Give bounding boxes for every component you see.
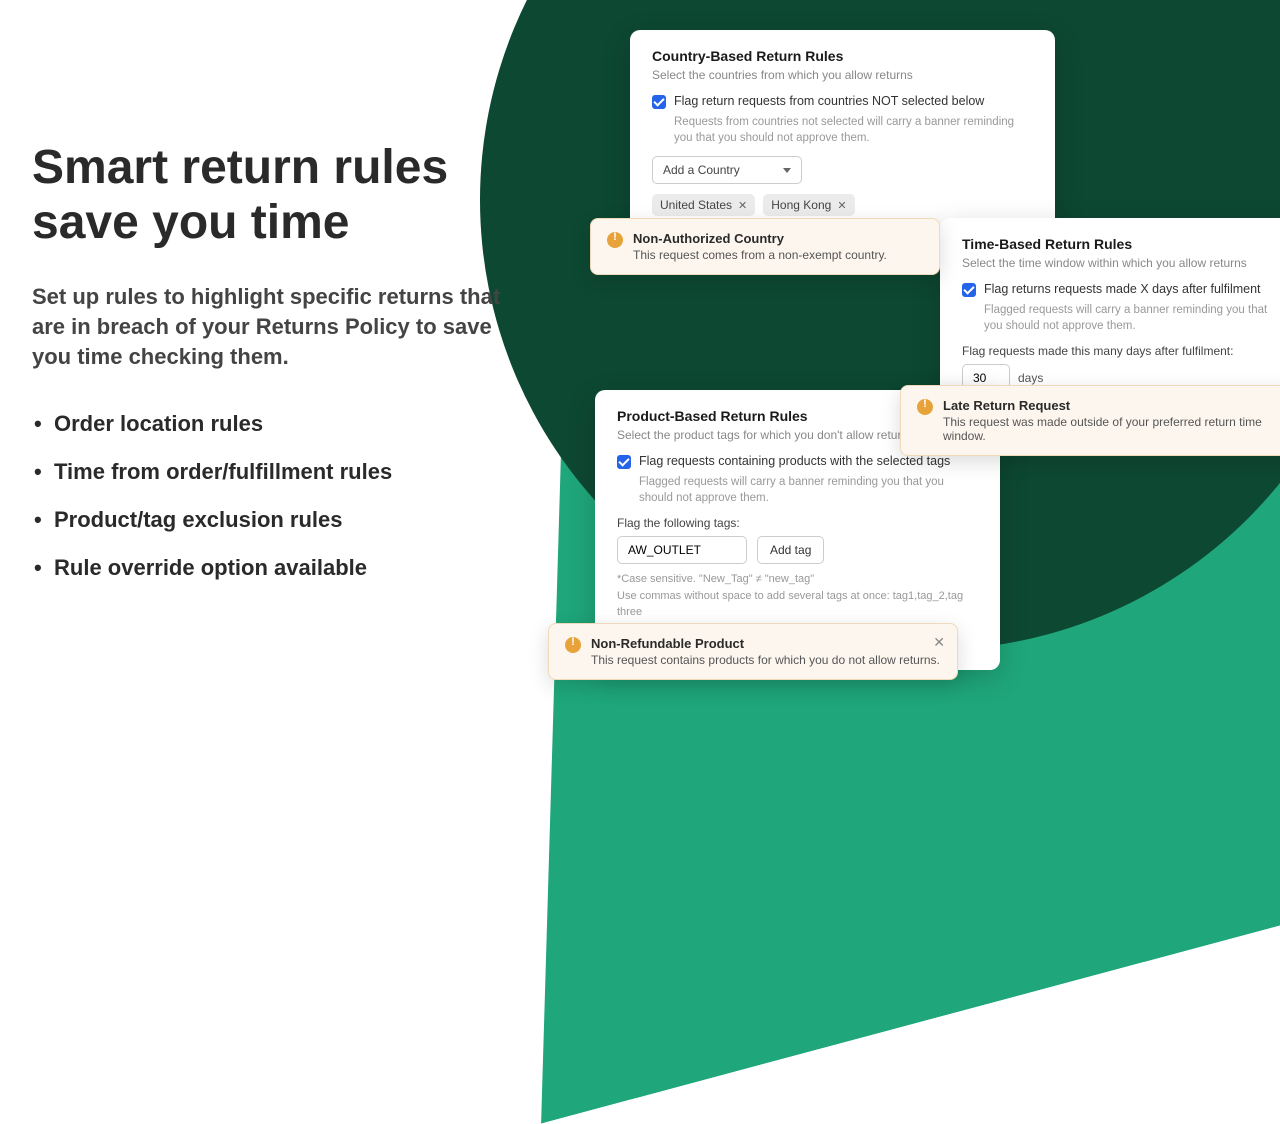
help-text: Flagged requests will carry a banner rem… bbox=[984, 303, 1278, 334]
banner-message: This request comes from a non-exempt cou… bbox=[633, 248, 887, 262]
remove-tag-icon[interactable]: ✕ bbox=[738, 199, 747, 212]
add-country-select[interactable]: Add a Country bbox=[652, 156, 802, 184]
chevron-down-icon bbox=[783, 168, 791, 173]
close-icon[interactable]: ✕ bbox=[933, 634, 945, 651]
country-tag: Hong Kong✕ bbox=[763, 194, 854, 216]
banner-message: This request was made outside of your pr… bbox=[943, 415, 1280, 443]
warning-icon bbox=[917, 399, 933, 415]
note-text: Use commas without space to add several … bbox=[617, 589, 978, 620]
card-title: Time-Based Return Rules bbox=[962, 236, 1278, 252]
banner-message: This request contains products for which… bbox=[591, 653, 940, 667]
field-label: Flag requests made this many days after … bbox=[962, 344, 1278, 358]
subheadline: Set up rules to highlight specific retur… bbox=[32, 282, 532, 371]
headline: Smart return rules save you time bbox=[32, 140, 532, 250]
card-subtitle: Select the countries from which you allo… bbox=[652, 68, 1033, 82]
banner-title: Non-Authorized Country bbox=[633, 231, 887, 246]
checkbox-label: Flag requests containing products with t… bbox=[639, 454, 950, 468]
feature-bullets: Order location rules Time from order/ful… bbox=[32, 411, 532, 581]
country-tags: United States✕ Hong Kong✕ bbox=[652, 194, 1033, 216]
warning-icon bbox=[565, 637, 581, 653]
flag-countries-checkbox[interactable] bbox=[652, 95, 666, 109]
banner-title: Non-Refundable Product bbox=[591, 636, 940, 651]
banner-title: Late Return Request bbox=[943, 398, 1280, 413]
warning-icon bbox=[607, 232, 623, 248]
days-unit: days bbox=[1018, 371, 1043, 385]
bullet-item: Order location rules bbox=[32, 411, 532, 437]
bullet-item: Time from order/fulfillment rules bbox=[32, 459, 532, 485]
non-refundable-product-banner: Non-Refundable Product This request cont… bbox=[548, 623, 958, 680]
field-label: Flag the following tags: bbox=[617, 516, 978, 530]
help-text: Flagged requests will carry a banner rem… bbox=[639, 475, 978, 506]
help-text: Requests from countries not selected wil… bbox=[674, 115, 1033, 146]
late-return-banner: Late Return Request This request was mad… bbox=[900, 385, 1280, 456]
card-title: Country-Based Return Rules bbox=[652, 48, 1033, 64]
tag-input[interactable] bbox=[617, 536, 747, 564]
flag-time-checkbox[interactable] bbox=[962, 283, 976, 297]
time-rules-card: Time-Based Return Rules Select the time … bbox=[940, 218, 1280, 410]
note-text: *Case sensitive. "New_Tag" ≠ "new_tag" bbox=[617, 572, 978, 587]
non-authorized-country-banner: Non-Authorized Country This request come… bbox=[590, 218, 940, 275]
remove-tag-icon[interactable]: ✕ bbox=[837, 199, 846, 212]
bullet-item: Product/tag exclusion rules bbox=[32, 507, 532, 533]
flag-products-checkbox[interactable] bbox=[617, 455, 631, 469]
card-subtitle: Select the time window within which you … bbox=[962, 256, 1278, 270]
country-tag: United States✕ bbox=[652, 194, 755, 216]
marketing-copy: Smart return rules save you time Set up … bbox=[32, 140, 532, 603]
bullet-item: Rule override option available bbox=[32, 555, 532, 581]
country-rules-card: Country-Based Return Rules Select the co… bbox=[630, 30, 1055, 234]
checkbox-label: Flag return requests from countries NOT … bbox=[674, 94, 984, 108]
checkbox-label: Flag returns requests made X days after … bbox=[984, 282, 1261, 296]
select-placeholder: Add a Country bbox=[663, 163, 740, 177]
add-tag-button[interactable]: Add tag bbox=[757, 536, 824, 564]
